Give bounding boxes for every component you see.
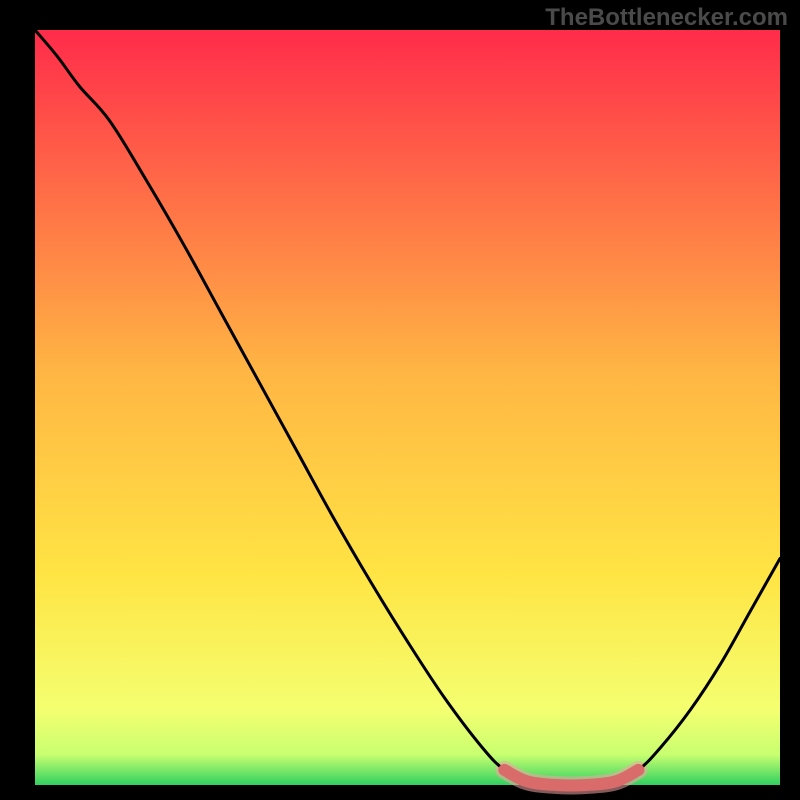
bottleneck-chart <box>0 0 800 800</box>
watermark-text: TheBottlenecker.com <box>545 4 788 32</box>
chart-container: TheBottlenecker.com <box>0 0 800 800</box>
plot-background <box>35 30 780 785</box>
